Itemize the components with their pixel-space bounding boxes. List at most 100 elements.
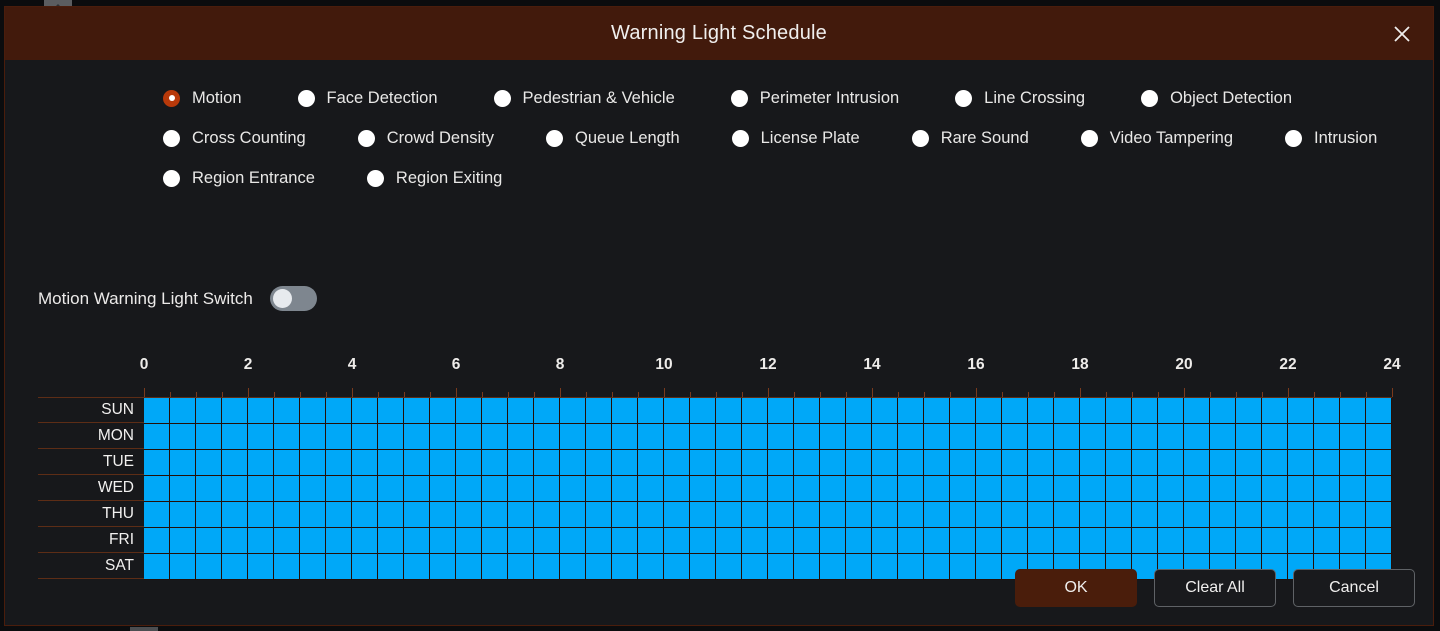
schedule-cell[interactable] bbox=[300, 502, 326, 528]
schedule-cell[interactable] bbox=[378, 476, 404, 502]
clear-all-button[interactable]: Clear All bbox=[1154, 569, 1276, 607]
schedule-cell[interactable] bbox=[794, 476, 820, 502]
schedule-cell[interactable] bbox=[534, 424, 560, 450]
schedule-cell[interactable] bbox=[924, 424, 950, 450]
schedule-cell[interactable] bbox=[508, 528, 534, 554]
schedule-cell[interactable] bbox=[144, 450, 170, 476]
schedule-cell[interactable] bbox=[1236, 424, 1262, 450]
schedule-cell[interactable] bbox=[456, 476, 482, 502]
schedule-cell[interactable] bbox=[196, 554, 222, 580]
schedule-cell[interactable] bbox=[950, 528, 976, 554]
schedule-cell[interactable] bbox=[1080, 502, 1106, 528]
schedule-cell[interactable] bbox=[1002, 528, 1028, 554]
schedule-cell[interactable] bbox=[222, 554, 248, 580]
schedule-cell[interactable] bbox=[612, 528, 638, 554]
schedule-cell[interactable] bbox=[300, 398, 326, 424]
schedule-cell[interactable] bbox=[482, 502, 508, 528]
schedule-cell[interactable] bbox=[1184, 424, 1210, 450]
radio-queue-length[interactable]: Queue Length bbox=[546, 129, 680, 148]
schedule-cell[interactable] bbox=[1340, 450, 1366, 476]
schedule-cell[interactable] bbox=[378, 424, 404, 450]
schedule-cell[interactable] bbox=[612, 502, 638, 528]
schedule-cell[interactable] bbox=[274, 450, 300, 476]
schedule-cell[interactable] bbox=[1184, 528, 1210, 554]
schedule-cell[interactable] bbox=[1132, 528, 1158, 554]
schedule-cell[interactable] bbox=[976, 502, 1002, 528]
schedule-cell[interactable] bbox=[326, 502, 352, 528]
schedule-cell[interactable] bbox=[820, 476, 846, 502]
schedule-cell[interactable] bbox=[248, 554, 274, 580]
schedule-cell[interactable] bbox=[1132, 476, 1158, 502]
schedule-cell[interactable] bbox=[1184, 450, 1210, 476]
schedule-cell[interactable] bbox=[300, 528, 326, 554]
schedule-cell[interactable] bbox=[274, 502, 300, 528]
schedule-cell[interactable] bbox=[248, 528, 274, 554]
schedule-cell[interactable] bbox=[1366, 450, 1392, 476]
schedule-cell[interactable] bbox=[898, 450, 924, 476]
schedule-cell[interactable] bbox=[300, 424, 326, 450]
schedule-cell[interactable] bbox=[326, 554, 352, 580]
schedule-cell[interactable] bbox=[144, 528, 170, 554]
schedule-cell[interactable] bbox=[248, 450, 274, 476]
schedule-cell[interactable] bbox=[482, 398, 508, 424]
schedule-cell[interactable] bbox=[560, 554, 586, 580]
schedule-row-wed[interactable] bbox=[144, 476, 1392, 502]
schedule-cell[interactable] bbox=[742, 398, 768, 424]
schedule-cell[interactable] bbox=[742, 554, 768, 580]
schedule-cell[interactable] bbox=[352, 502, 378, 528]
schedule-cell[interactable] bbox=[742, 450, 768, 476]
schedule-cell[interactable] bbox=[924, 450, 950, 476]
schedule-cell[interactable] bbox=[898, 528, 924, 554]
schedule-cell[interactable] bbox=[352, 424, 378, 450]
schedule-cell[interactable] bbox=[274, 424, 300, 450]
schedule-cell[interactable] bbox=[482, 554, 508, 580]
schedule-cell[interactable] bbox=[482, 424, 508, 450]
schedule-cell[interactable] bbox=[1158, 398, 1184, 424]
schedule-cell[interactable] bbox=[664, 528, 690, 554]
schedule-cell[interactable] bbox=[1158, 476, 1184, 502]
schedule-cell[interactable] bbox=[404, 476, 430, 502]
schedule-cell[interactable] bbox=[170, 424, 196, 450]
schedule-cell[interactable] bbox=[1210, 398, 1236, 424]
schedule-row-thu[interactable] bbox=[144, 502, 1392, 528]
schedule-cell[interactable] bbox=[326, 476, 352, 502]
schedule-cell[interactable] bbox=[950, 476, 976, 502]
schedule-cell[interactable] bbox=[586, 502, 612, 528]
schedule-cell[interactable] bbox=[248, 502, 274, 528]
schedule-cell[interactable] bbox=[222, 398, 248, 424]
schedule-cell[interactable] bbox=[1262, 450, 1288, 476]
schedule-cell[interactable] bbox=[820, 450, 846, 476]
schedule-cell[interactable] bbox=[716, 502, 742, 528]
schedule-cell[interactable] bbox=[768, 450, 794, 476]
schedule-cell[interactable] bbox=[638, 502, 664, 528]
schedule-cell[interactable] bbox=[794, 398, 820, 424]
schedule-cell[interactable] bbox=[1288, 398, 1314, 424]
schedule-cell[interactable] bbox=[1054, 476, 1080, 502]
schedule-cell[interactable] bbox=[222, 424, 248, 450]
schedule-cell[interactable] bbox=[846, 502, 872, 528]
schedule-cell[interactable] bbox=[1340, 502, 1366, 528]
schedule-cell[interactable] bbox=[1080, 424, 1106, 450]
schedule-cell[interactable] bbox=[1366, 424, 1392, 450]
schedule-cell[interactable] bbox=[716, 424, 742, 450]
radio-line-crossing[interactable]: Line Crossing bbox=[955, 89, 1085, 108]
schedule-cell[interactable] bbox=[924, 528, 950, 554]
schedule-cell[interactable] bbox=[196, 528, 222, 554]
schedule-cell[interactable] bbox=[846, 424, 872, 450]
schedule-cell[interactable] bbox=[1262, 476, 1288, 502]
schedule-cell[interactable] bbox=[456, 398, 482, 424]
schedule-cell[interactable] bbox=[1028, 424, 1054, 450]
schedule-cell[interactable] bbox=[950, 424, 976, 450]
schedule-cell[interactable] bbox=[248, 424, 274, 450]
schedule-cell[interactable] bbox=[924, 476, 950, 502]
schedule-cell[interactable] bbox=[924, 398, 950, 424]
schedule-cell[interactable] bbox=[846, 554, 872, 580]
schedule-cell[interactable] bbox=[794, 502, 820, 528]
schedule-cell[interactable] bbox=[1288, 528, 1314, 554]
schedule-cell[interactable] bbox=[534, 476, 560, 502]
schedule-cell[interactable] bbox=[508, 554, 534, 580]
schedule-cell[interactable] bbox=[274, 476, 300, 502]
ok-button[interactable]: OK bbox=[1015, 569, 1137, 607]
schedule-cell[interactable] bbox=[1184, 398, 1210, 424]
schedule-cell[interactable] bbox=[378, 398, 404, 424]
